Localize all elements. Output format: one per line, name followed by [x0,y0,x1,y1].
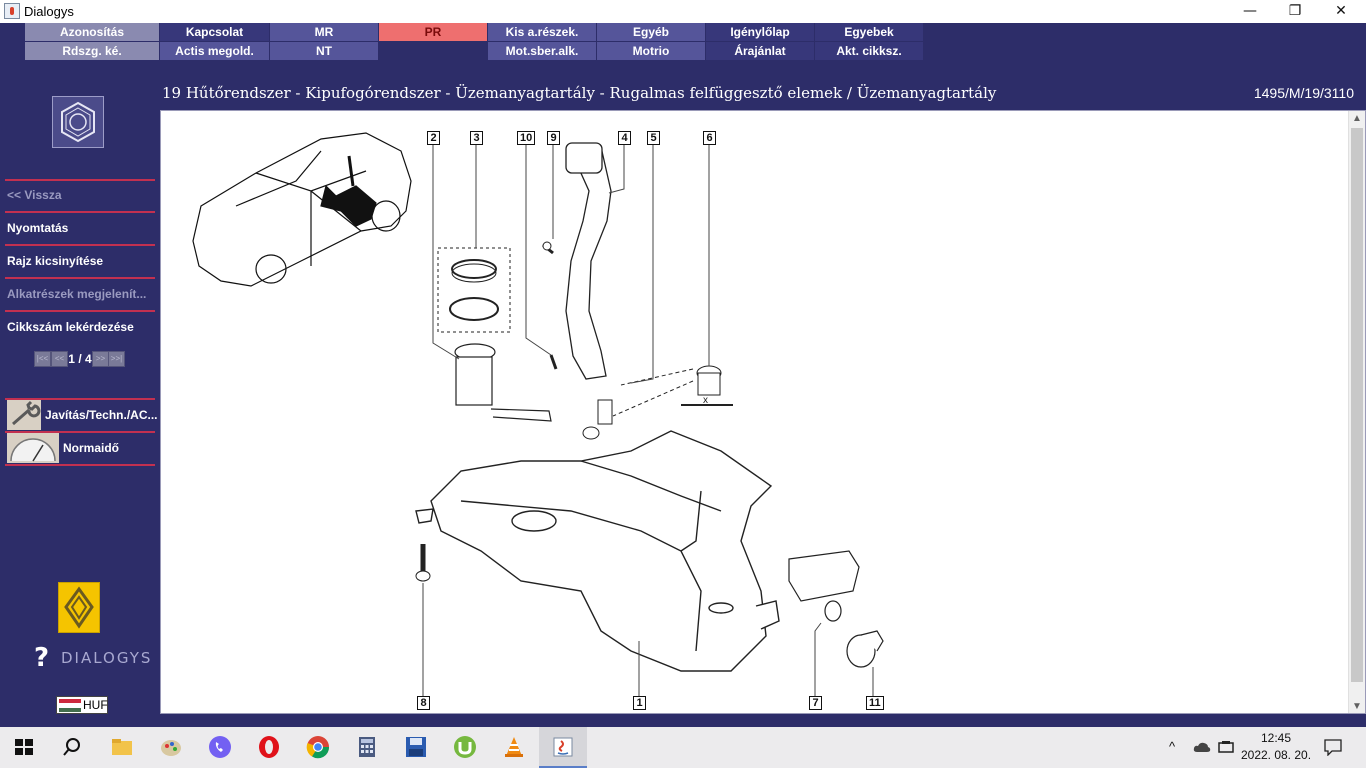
dialogys-mark-icon: ? [34,643,50,673]
file-explorer-icon[interactable] [98,727,146,768]
hungary-flag-icon [59,699,81,712]
car-thumbnail [192,132,412,287]
dialogys-wordmark: DIALOGYS [61,649,153,667]
wrench-icon [7,400,41,430]
menu-motrio[interactable]: Motrio [597,42,705,60]
sidebar-separator [5,244,155,246]
first-page-button[interactable]: |<< [34,351,51,367]
clock-time: 12:45 [1260,731,1292,745]
page-current: 1 [68,352,75,366]
onedrive-icon[interactable] [1193,741,1211,753]
callout-11[interactable]: 11 [866,696,884,710]
vertical-scrollbar[interactable]: ▲ ▼ [1348,111,1365,713]
callout-2[interactable]: 2 [427,131,440,145]
restore-button[interactable]: ❐ [1272,0,1318,23]
currency-label: HUF [83,698,108,712]
breadcrumb: 19 Hűtőrendszer - Kipufogórendszer - Üze… [162,84,997,102]
callout-10[interactable]: 10 [517,131,536,145]
menu-rendszam-kereses[interactable]: Rdszg. ké. [25,42,159,60]
calculator-icon[interactable] [343,727,391,768]
menu-egyeb[interactable]: Egyéb [597,23,705,41]
gauge-icon [7,433,59,463]
zoom-out-button[interactable]: Rajz kicsinyítése [7,254,103,268]
viber-icon[interactable] [196,727,244,768]
menu-azonositas[interactable]: Azonosítás [25,23,159,41]
search-icon[interactable] [48,727,96,768]
menu-pr[interactable]: PR [379,23,487,41]
window-title: Dialogys [24,4,74,19]
scroll-thumb[interactable] [1351,128,1363,682]
fuel-filter [846,630,884,668]
notifications-icon[interactable] [1324,738,1342,756]
filler-neck [565,142,612,380]
sidebar-separator [5,277,155,279]
callout-1[interactable]: 1 [633,696,646,710]
scroll-up-arrow[interactable]: ▲ [1349,111,1365,127]
menu-arajanlat[interactable]: Árajánlat [706,42,814,60]
renault-logo-icon [58,582,100,633]
menu-mr[interactable]: MR [270,23,378,41]
part-number-query-button[interactable]: Cikkszám lekérdezése [7,320,134,334]
menu-igenylolap[interactable]: Igénylőlap [706,23,814,41]
fuel-pump [454,343,552,422]
menu-motor-szerviz[interactable]: Mot.sber.alk. [488,42,596,60]
page-total: 4 [85,352,92,366]
chrome-icon[interactable] [294,727,342,768]
callout-8[interactable]: 8 [417,696,430,710]
menu-akt-cikkszam[interactable]: Akt. cikksz. [815,42,923,60]
system-clock[interactable]: 12:45 2022. 08. 20. [1238,730,1314,764]
tray-chevron-icon[interactable]: ^ [1169,739,1175,754]
app-area: Azonosítás Kapcsolat MR PR Kis a.részek.… [0,23,1366,727]
scroll-down-arrow[interactable]: ▼ [1349,699,1365,713]
last-page-button[interactable]: >>| [108,351,125,367]
menu-actis-megoldas[interactable]: Actis megold. [160,42,269,60]
menu-kapcsolat[interactable]: Kapcsolat [160,23,269,41]
repair-techn-label: Javítás/Techn./AC... [45,408,158,422]
java-app-taskbar-icon[interactable] [539,727,587,768]
currency-selector[interactable]: HUF [56,696,108,714]
dimension-label: x [703,395,708,406]
menu-egyebek[interactable]: Egyebek [815,23,923,41]
vent-valve [788,550,860,622]
show-parts-button[interactable]: Alkatrészek megjelenít... [7,287,146,301]
page-indicator: 1 / 4 [68,352,92,366]
prev-page-button[interactable]: << [51,351,68,367]
callout-5[interactable]: 5 [647,131,660,145]
paint-icon[interactable] [147,727,195,768]
utorrent-icon[interactable] [441,727,489,768]
menu-nt[interactable]: NT [270,42,378,60]
page-separator: / [78,352,82,366]
sidebar-separator [5,310,155,312]
clock-date: 2022. 08. 20. [1240,748,1312,762]
start-button[interactable] [0,727,48,768]
labor-time-label: Normaidő [63,441,120,455]
window-title-bar: Dialogys — ❐ ✕ [0,0,1366,23]
back-button[interactable]: << Vissza [7,188,62,202]
callout-9[interactable]: 9 [547,131,560,145]
parts-drawing-panel[interactable]: x 2 3 10 9 4 5 6 8 1 7 11 ▲ ▼ [160,110,1366,714]
next-page-button[interactable]: >> [92,351,109,367]
fuel-tank-exploded-view: x [192,132,884,701]
save-disk-icon[interactable] [392,727,440,768]
callout-4[interactable]: 4 [618,131,631,145]
callout-6[interactable]: 6 [703,131,716,145]
windows-taskbar: ^ 12:45 2022. 08. 20. [0,727,1366,768]
java-app-icon [4,3,20,19]
callout-3[interactable]: 3 [470,131,483,145]
nut-logo-icon [52,96,104,148]
close-button[interactable]: ✕ [1318,0,1364,23]
callout-7[interactable]: 7 [809,696,822,710]
print-button[interactable]: Nyomtatás [7,221,68,235]
vlc-icon[interactable] [490,727,538,768]
menu-kis-alkatreszek[interactable]: Kis a.részek. [488,23,596,41]
network-icon[interactable] [1218,740,1236,754]
fuel-tank [415,430,780,672]
document-code: 1495/M/19/3110 [1253,85,1354,101]
sidebar-separator [5,464,155,466]
opera-icon[interactable] [245,727,293,768]
sidebar-separator [5,179,155,181]
minimize-button[interactable]: — [1227,0,1273,23]
sidebar-separator [5,211,155,213]
